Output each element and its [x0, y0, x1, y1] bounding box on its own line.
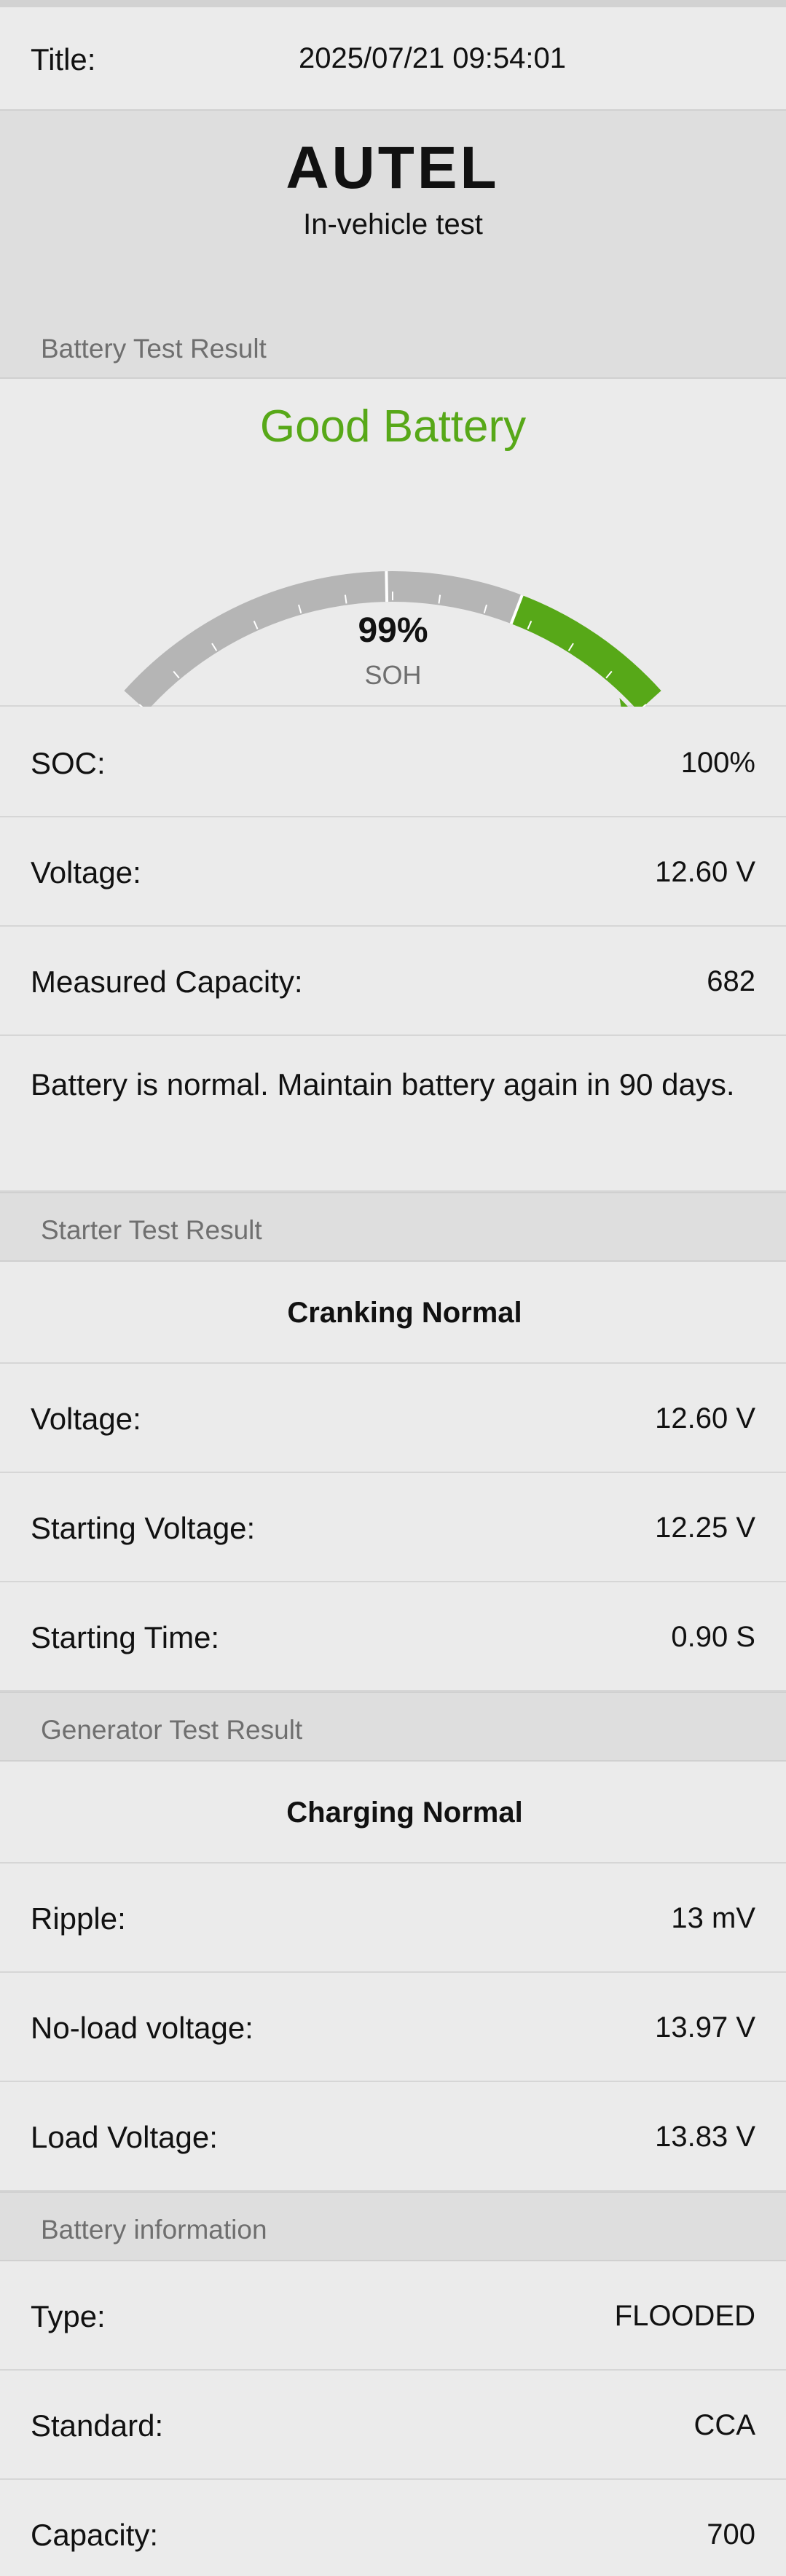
section-title-generator: Generator Test Result: [41, 1715, 303, 1745]
battery-note-row: Battery is normal. Maintain battery agai…: [0, 1036, 786, 1192]
no-load-voltage-row: No-load voltage: 13.97 V: [0, 1973, 786, 2082]
starter-voltage-value: 12.60 V: [655, 1402, 755, 1434]
battery-capacity-label: Capacity:: [31, 2518, 159, 2552]
title-value: 2025/07/21 09:54:01: [299, 42, 567, 74]
test-mode-subtitle: In-vehicle test: [303, 208, 483, 240]
title-label: Title:: [31, 42, 96, 76]
measured-capacity-label: Measured Capacity:: [31, 965, 303, 999]
gauge-divider: [385, 571, 389, 602]
battery-standard-label: Standard:: [31, 2408, 164, 2443]
battery-type-value: FLOODED: [614, 2300, 755, 2332]
section-title-starter: Starter Test Result: [41, 1215, 262, 1245]
starting-time-label: Starting Time:: [31, 1620, 220, 1654]
starting-voltage-value: 12.25 V: [655, 1512, 755, 1544]
cranking-status-text: Cranking Normal: [287, 1297, 522, 1329]
title-row: Title: 2025/07/21 09:54:01: [0, 7, 786, 109]
battery-voltage-row: Voltage: 12.60 V: [0, 817, 786, 927]
load-voltage-row: Load Voltage: 13.83 V: [0, 2082, 786, 2191]
starting-time-row: Starting Time: 0.90 S: [0, 1582, 786, 1692]
soh-value: 99%: [358, 611, 428, 650]
battery-standard-value: CCA: [693, 2409, 755, 2441]
section-header-starter: Starter Test Result: [0, 1192, 786, 1262]
section-header-generator: Generator Test Result: [0, 1692, 786, 1762]
charging-status-text: Charging Normal: [286, 1796, 523, 1829]
ripple-row: Ripple: 13 mV: [0, 1864, 786, 1973]
section-title-battery: Battery Test Result: [41, 334, 267, 364]
section-title-battery-info: Battery information: [41, 2215, 267, 2245]
load-voltage-label: Load Voltage:: [31, 2120, 218, 2154]
battery-note-text: Battery is normal. Maintain battery agai…: [31, 1067, 735, 1102]
battery-standard-row: Standard: CCA: [0, 2371, 786, 2480]
starting-voltage-label: Starting Voltage:: [31, 1511, 256, 1545]
battery-type-row: Type: FLOODED: [0, 2261, 786, 2371]
starter-voltage-label: Voltage:: [31, 1402, 141, 1436]
battery-capacity-row: Capacity: 700: [0, 2480, 786, 2576]
no-load-voltage-value: 13.97 V: [655, 2011, 755, 2043]
battery-voltage-value: 12.60 V: [655, 856, 755, 888]
soc-value: 100%: [680, 747, 755, 779]
cranking-status-row: Cranking Normal: [0, 1262, 786, 1364]
top-status-strip: [0, 0, 786, 7]
soh-gauge: [124, 571, 661, 707]
starting-time-value: 0.90 S: [671, 1621, 755, 1653]
section-header-battery-info: Battery information: [0, 2191, 786, 2261]
autel-logo: AUTEL: [286, 136, 499, 194]
starting-voltage-row: Starting Voltage: 12.25 V: [0, 1473, 786, 1582]
measured-capacity-value: 682: [707, 965, 755, 997]
autel-logo-text: AUTEL: [286, 136, 499, 194]
soc-row: SOC: 100%: [0, 708, 786, 817]
battery-voltage-label: Voltage:: [31, 855, 141, 890]
charging-status-row: Charging Normal: [0, 1762, 786, 1864]
battery-gauge-panel: Good Battery 99% SOH: [0, 379, 786, 707]
soc-label: SOC:: [31, 746, 106, 780]
ripple-label: Ripple:: [31, 1901, 126, 1936]
load-voltage-value: 13.83 V: [655, 2121, 755, 2153]
measured-capacity-row: Measured Capacity: 682: [0, 927, 786, 1036]
starter-voltage-row: Voltage: 12.60 V: [0, 1364, 786, 1473]
battery-capacity-value: 700: [707, 2518, 755, 2551]
battery-type-label: Type:: [31, 2299, 106, 2333]
section-header-battery: Battery Test Result: [0, 321, 786, 379]
no-load-voltage-label: No-load voltage:: [31, 2011, 254, 2045]
ripple-value: 13 mV: [671, 1902, 755, 1934]
soh-label: SOH: [364, 660, 422, 690]
